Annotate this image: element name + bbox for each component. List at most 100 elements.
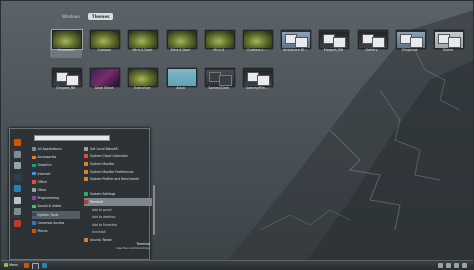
theme-themes_row2-2[interactable]: Executive (126, 68, 159, 96)
category-item[interactable]: All Applications (32, 145, 80, 153)
theme-themes_row1-7[interactable]: Elegant_Bit (317, 30, 350, 58)
panel-launcher-icon-terminal[interactable] (32, 263, 39, 270)
category-icon (32, 147, 36, 151)
theme-thumbnail-bar (244, 69, 272, 70)
favorites-column (12, 139, 25, 231)
menu-icon (4, 263, 8, 267)
theme-label: Elegant_Bit (56, 86, 76, 90)
menu-button-label: Menu (9, 263, 19, 267)
menu-search-input[interactable] (34, 135, 110, 141)
context-menu-item[interactable]: Add to desktop (84, 213, 152, 221)
theme-themes_row2-5[interactable]: SammyMin... (241, 68, 273, 96)
theme-thumbnail (51, 29, 83, 50)
user-icon[interactable] (462, 263, 467, 268)
volume-icon[interactable] (446, 263, 451, 268)
application-item[interactable]: Terminal (84, 198, 152, 206)
category-item[interactable]: Universal Access (32, 219, 80, 227)
application-item[interactable]: System Profiler and Benchmark (84, 175, 152, 183)
theme-thumbnail-window (295, 37, 309, 48)
favorite-icon-software[interactable] (14, 150, 21, 158)
context-menu-item[interactable]: Uninstall (84, 229, 152, 237)
category-item[interactable]: System Tools (32, 210, 80, 219)
menu-scrollbar[interactable] (153, 185, 155, 235)
application-item[interactable]: Get Local WarpAR (84, 145, 152, 153)
tab-themes[interactable]: Themes (87, 13, 114, 20)
category-label: Universal Access (37, 220, 65, 225)
favorite-icon-power[interactable] (14, 219, 21, 227)
theme-thumbnail (128, 68, 159, 87)
category-label: System Tools (37, 212, 59, 217)
category-icon (32, 171, 36, 176)
context-menu-item[interactable]: Add to panel (84, 206, 152, 214)
application-item[interactable]: System Settings (84, 191, 152, 199)
application-icon (84, 146, 88, 151)
category-item[interactable]: Graphics (32, 161, 80, 169)
theme-themes_row2-1[interactable]: Dark Shine (88, 68, 121, 96)
theme-thumbnail-bar (396, 31, 425, 32)
favorite-icon-files[interactable] (14, 185, 21, 192)
favorite-icon-terminal[interactable] (14, 173, 21, 181)
category-icon (32, 221, 36, 225)
category-item[interactable]: Internet (32, 170, 80, 178)
application-label: Add to desktop (92, 215, 116, 220)
category-item[interactable]: Other (32, 186, 80, 194)
theme-themes_row1-9[interactable]: Elegance (394, 30, 426, 58)
category-icon (32, 212, 36, 217)
favorite-icon-lock[interactable] (14, 196, 21, 204)
theme-thumbnail (52, 68, 82, 87)
theme-thumbnail (395, 30, 426, 49)
theme-thumbnail-bar (435, 31, 463, 32)
application-label: System Profiler and Benchmark (90, 177, 139, 182)
category-icon (32, 155, 36, 160)
theme-label: Cinnamon (57, 48, 75, 52)
category-item[interactable]: Programming (32, 194, 80, 202)
category-item[interactable]: Office (32, 178, 80, 186)
theme-themes_row1-2[interactable]: Mint-X-Dark (126, 30, 159, 58)
category-icon (32, 196, 36, 200)
theme-themes_row2-4[interactable]: SammyDark (203, 68, 235, 96)
theme-label: SammyMin... (245, 86, 269, 90)
theme-thumbnail-window (333, 37, 347, 48)
theme-themes_row1-1[interactable]: Outdoor (88, 30, 121, 58)
category-item[interactable]: Sound & Video (32, 202, 80, 210)
theme-themes_row2-3[interactable]: Aqua (165, 68, 197, 96)
favorite-icon-settings[interactable] (14, 162, 21, 169)
theme-thumbnail-bar (358, 31, 387, 32)
theme-themes_row2-0[interactable]: Elegant_Bit (50, 68, 82, 96)
theme-thumbnail (166, 30, 197, 49)
context-menu-item[interactable]: Add to Favorites (84, 221, 152, 229)
network-icon[interactable] (438, 263, 443, 268)
theme-themes_row1-3[interactable]: Mint-X-Dark (165, 30, 197, 58)
panel-launcher-icon-files[interactable] (42, 263, 47, 268)
theme-themes_row1-5[interactable]: Outdoor-L... (241, 30, 273, 58)
application-item (84, 183, 152, 191)
application-icon (84, 237, 88, 242)
theme-themes_row1-4[interactable]: Mint-X (203, 30, 235, 58)
category-item[interactable]: Accessories (32, 153, 80, 161)
panel-launcher-icon-browser[interactable] (24, 263, 29, 268)
theme-label: Outdoor (97, 48, 112, 52)
theme-label: Gallery (365, 48, 378, 52)
battery-icon[interactable] (454, 263, 459, 268)
application-item[interactable]: System Monitor Preferences (84, 168, 152, 176)
theme-label: Elegant_Bit (323, 48, 343, 52)
application-icon (84, 192, 88, 197)
category-item[interactable]: Places (32, 227, 80, 235)
category-icon (32, 188, 36, 192)
theme-themes_row1-8[interactable]: Gallery (356, 30, 388, 58)
theme-themes_row1-0[interactable]: Cinnamon (50, 29, 83, 58)
application-item[interactable]: System Monitor (84, 160, 152, 168)
application-item[interactable]: System Cloud Collection (84, 153, 152, 161)
theme-themes_row1-6[interactable]: Ambiance Bl... (279, 30, 312, 58)
theme-thumbnail (319, 30, 350, 49)
theme-thumbnail (357, 30, 388, 49)
favorite-icon-browser[interactable] (14, 139, 21, 146)
tab-windows[interactable]: Windows (58, 13, 84, 20)
application-label: Add to panel (92, 207, 112, 212)
theme-label: Mint-X-Dark (132, 48, 153, 52)
category-label: Places (37, 228, 48, 233)
favorite-icon-logout[interactable] (14, 208, 21, 215)
theme-themes_row1-10[interactable]: Dome (432, 30, 464, 58)
menu-button[interactable]: Menu (2, 262, 20, 268)
theme-label: Dark Shine (94, 86, 114, 90)
